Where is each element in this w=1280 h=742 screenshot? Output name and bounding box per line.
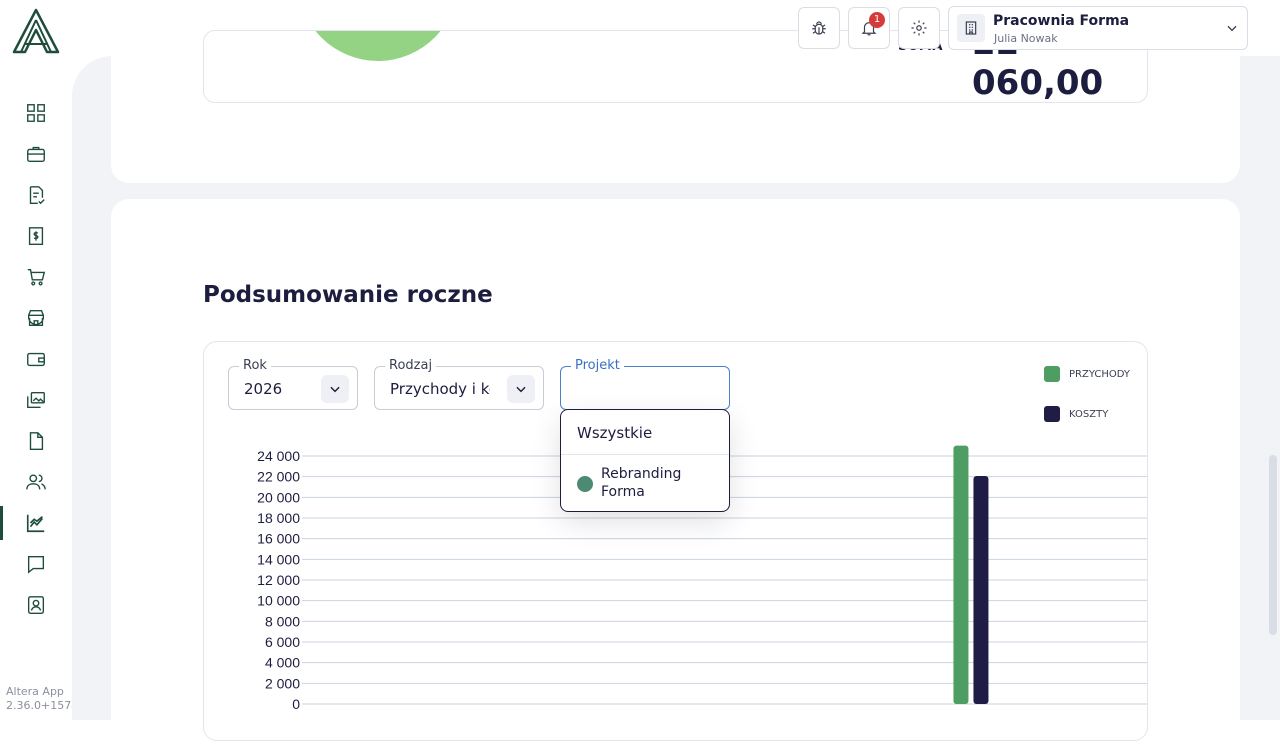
chart-panel: Rok 2026 Rodzaj Przychody i koszty Proje…: [203, 341, 1148, 741]
company-name: Pracownia Forma: [993, 13, 1130, 29]
store-icon: [27, 309, 45, 327]
dollar-document-icon: [28, 227, 44, 245]
sidebar-item-reports[interactable]: [0, 506, 72, 540]
sidebar-item-wallet[interactable]: [0, 342, 72, 376]
dropdown-option-project-label: Rebranding Forma: [601, 466, 682, 500]
y-tick-label: 24 000: [257, 448, 300, 464]
y-tick-label: 10 000: [257, 593, 300, 609]
wallet-icon: [27, 352, 45, 367]
sidebar-item-contacts[interactable]: [0, 465, 72, 499]
altera-logo[interactable]: [11, 8, 61, 54]
bug-icon: [812, 21, 826, 35]
sidebar-item-files[interactable]: [0, 424, 72, 458]
grid-icon: [27, 104, 45, 122]
user-name: Julia Nowak: [994, 32, 1058, 45]
chat-icon: [27, 555, 45, 574]
sidebar-item-store[interactable]: [0, 301, 72, 335]
notifications-button[interactable]: 1: [848, 7, 890, 49]
chevron-down-icon: [1227, 25, 1237, 32]
chart-line-icon: [26, 514, 45, 533]
app-version-number: 2.36.0+1574: [6, 699, 79, 712]
building-icon: [957, 14, 985, 42]
gear-icon: [911, 20, 927, 36]
briefcase-icon: [27, 146, 45, 163]
document-check-icon: [29, 186, 45, 205]
file-icon: [29, 432, 44, 450]
sidebar: Altera App 2.36.0+1574: [0, 0, 78, 720]
y-tick-label: 12 000: [257, 572, 300, 588]
cart-icon: [27, 268, 46, 286]
y-tick-label: 18 000: [257, 510, 300, 526]
app-version: Altera App 2.36.0+1574: [6, 685, 79, 713]
sidebar-item-messages[interactable]: [0, 547, 72, 581]
y-tick-label: 16 000: [257, 531, 300, 547]
bar-income[interactable]: [953, 445, 969, 704]
y-tick-label: 0: [292, 696, 300, 712]
y-tick-label: 6 000: [265, 634, 300, 650]
sidebar-item-media[interactable]: [0, 383, 72, 417]
bar-costs[interactable]: [973, 476, 989, 704]
sidebar-item-profile[interactable]: [0, 588, 72, 622]
bug-report-button[interactable]: [798, 7, 840, 49]
sidebar-item-dashboard[interactable]: [0, 96, 72, 130]
dropdown-option-project[interactable]: Rebranding Forma: [577, 465, 727, 505]
y-tick-label: 8 000: [265, 613, 300, 629]
y-tick-label: 22 000: [257, 469, 300, 485]
sidebar-item-purchases[interactable]: [0, 260, 72, 294]
y-tick-label: 2 000: [265, 675, 300, 691]
dropdown-option-all[interactable]: Wszystkie: [577, 424, 652, 442]
sidebar-item-documents[interactable]: [0, 178, 72, 212]
y-tick-label: 20 000: [257, 489, 300, 505]
y-tick-label: 4 000: [265, 655, 300, 671]
images-icon: [27, 391, 45, 409]
scrollbar[interactable]: [1269, 455, 1277, 635]
bar-chart: 24 000 22 000 20 000 18 000 16 000 14 000 12 0…: [257, 445, 1147, 712]
user-badge-icon: [27, 596, 45, 614]
sidebar-item-projects[interactable]: [0, 137, 72, 171]
sidebar-item-invoices[interactable]: [0, 219, 72, 253]
project-color-dot: [577, 476, 593, 492]
users-icon: [26, 474, 46, 490]
company-switcher[interactable]: Pracownia Forma Julia Nowak: [948, 6, 1248, 50]
pie-chart-slice: [298, 31, 458, 61]
section-title: Podsumowanie roczne: [203, 282, 493, 308]
settings-button[interactable]: [898, 7, 940, 49]
project-dropdown-menu: Wszystkie Rebranding Forma: [560, 409, 730, 512]
app-name: Altera App: [6, 685, 64, 698]
notification-badge: 1: [869, 12, 885, 28]
summary-card-top: SUMA 22 060,00: [111, 30, 1240, 183]
y-tick-label: 14 000: [257, 551, 300, 567]
dropdown-divider: [561, 454, 729, 455]
